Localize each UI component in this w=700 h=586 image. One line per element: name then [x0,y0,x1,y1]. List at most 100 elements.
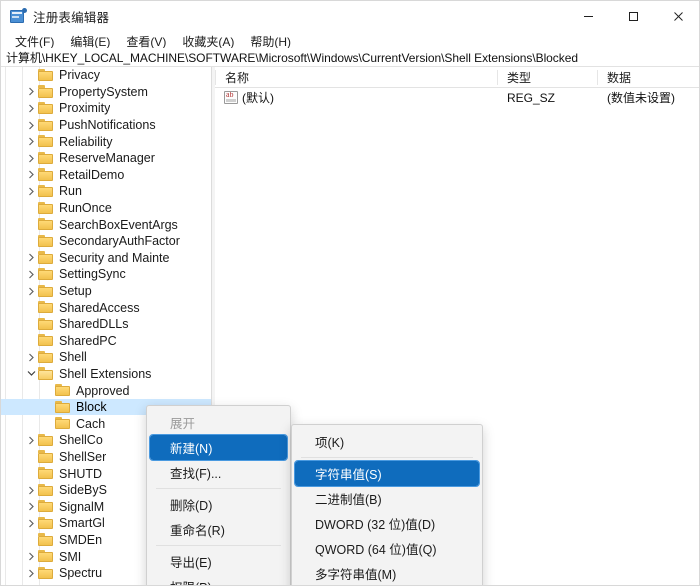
folder-icon [38,350,54,364]
tree-item-label: Cach [76,416,106,431]
tree-item-label: ReserveManager [59,151,155,166]
tree-item[interactable]: ReserveManager [1,150,211,167]
registry-icon [10,7,27,25]
value-data: (数值未设置) [607,91,675,105]
window-controls [566,1,699,32]
tree-item-label: SideByS [59,483,107,498]
tree-item[interactable]: RetailDemo [1,167,211,184]
menu-item[interactable]: 导出(E) [150,549,287,574]
tree-item[interactable]: RunOnce [1,200,211,217]
menu-item[interactable]: 查找(F)... [150,460,287,485]
chevron-right-icon[interactable] [25,84,38,100]
tree-item[interactable]: PropertySystem [1,84,211,101]
tree-item[interactable]: Privacy [1,67,211,84]
folder-icon [55,400,71,414]
tree-item-label: SharedDLLs [59,317,129,332]
chevron-right-icon[interactable] [25,134,38,150]
tree-item[interactable]: SettingSync [1,266,211,283]
chevron-right-icon[interactable] [25,499,38,515]
values-list-header: 名称 类型 数据 [215,67,699,88]
menu-item[interactable]: 删除(D) [150,492,287,517]
chevron-right-icon[interactable] [25,100,38,116]
folder-icon [38,433,54,447]
menu-item[interactable]: 权限(P)... [150,574,287,585]
folder-icon [38,68,54,82]
chevron-right-icon[interactable] [25,565,38,581]
folder-icon [38,550,54,563]
close-button[interactable] [656,1,699,32]
folder-icon [38,251,54,264]
menu-item[interactable]: 多字符串值(M) [295,561,479,585]
menu-separator [156,488,281,489]
tree-item-label: Proximity [59,101,111,116]
value-type: REG_SZ [507,90,556,105]
minimize-button[interactable] [566,1,611,32]
chevron-down-icon[interactable] [25,366,38,382]
table-row[interactable]: (默认) REG_SZ (数值未设置) [215,88,699,107]
tree-item-label: Spectru [59,566,103,581]
menu-item[interactable]: 新建(N) [149,434,288,461]
column-header-type[interactable]: 类型 [507,69,531,86]
tree-item-label: Block [76,400,107,415]
chevron-right-icon[interactable] [25,515,38,531]
folder-icon [38,317,54,331]
address-bar[interactable]: 计算机\HKEY_LOCAL_MACHINE\SOFTWARE\Microsof… [1,48,699,67]
folder-icon [38,101,54,115]
tree-item[interactable]: Approved [1,382,211,399]
menu-item[interactable]: DWORD (32 位)值(D) [295,511,479,536]
tree-item[interactable]: Security and Mainte [1,250,211,267]
chevron-right-icon[interactable] [25,250,38,266]
maximize-button[interactable] [611,1,656,32]
column-header-name[interactable]: 名称 [225,69,249,86]
tree-item[interactable]: Proximity [1,100,211,117]
tree-item[interactable]: SharedPC [1,333,211,350]
value-name: (默认) [242,91,274,105]
tree-item[interactable]: SharedDLLs [1,316,211,333]
tree-item-label: SMI [59,549,82,564]
chevron-right-icon[interactable] [25,167,38,183]
folder-icon [38,168,54,181]
folder-icon [38,334,54,347]
tree-item-label: SharedPC [59,333,117,348]
chevron-right-icon[interactable] [25,432,38,448]
chevron-right-icon[interactable] [25,349,38,365]
menu-item[interactable]: QWORD (64 位)值(Q) [295,536,479,561]
tree-item[interactable]: Shell Extensions [1,366,211,383]
chevron-right-icon[interactable] [25,150,38,166]
folder-icon [38,566,54,580]
folder-icon [38,218,54,231]
chevron-right-icon[interactable] [25,266,38,282]
tree-item[interactable]: Run [1,183,211,200]
tree-item[interactable]: SearchBoxEventArgs [1,216,211,233]
tree-item[interactable]: Reliability [1,133,211,150]
registry-editor-window: 注册表编辑器 文件(F) 编辑(E) 查看(V) 收藏夹(A) 帮助(H) 计算机\HK… [0,0,700,586]
menu-item[interactable]: 字符串值(S) [294,460,480,487]
menu-separator [156,545,281,546]
column-header-data[interactable]: 数据 [607,69,631,86]
tree-context-menu[interactable]: 展开新建(N)查找(F)...删除(D)重命名(R)导出(E)权限(P)...复… [146,405,291,585]
chevron-right-icon[interactable] [25,117,38,133]
tree-item-label: Reliability [59,134,113,149]
tree-item-label: Privacy [59,68,100,83]
chevron-right-icon[interactable] [25,183,38,199]
tree-item[interactable]: Shell [1,349,211,366]
chevron-right-icon[interactable] [25,482,38,498]
tree-item[interactable]: PushNotifications [1,117,211,134]
registry-path: 计算机\HKEY_LOCAL_MACHINE\SOFTWARE\Microsof… [6,50,578,65]
menu-item[interactable]: 项(K) [295,429,479,454]
tree-item[interactable]: SecondaryAuthFactor [1,233,211,250]
tree-item[interactable]: SharedAccess [1,299,211,316]
chevron-right-icon[interactable] [25,283,38,299]
tree-item-label: SearchBoxEventArgs [59,217,178,232]
tree-item-label: Shell [59,350,87,365]
new-submenu[interactable]: 项(K) 字符串值(S) 二进制值(B) DWORD (32 位)值(D) QWORD … [291,424,483,585]
tree-item[interactable]: Setup [1,283,211,300]
menu-item[interactable]: 重命名(R) [150,517,287,542]
chevron-right-icon[interactable] [25,549,38,565]
menu-item[interactable]: 二进制值(B) [295,486,479,511]
